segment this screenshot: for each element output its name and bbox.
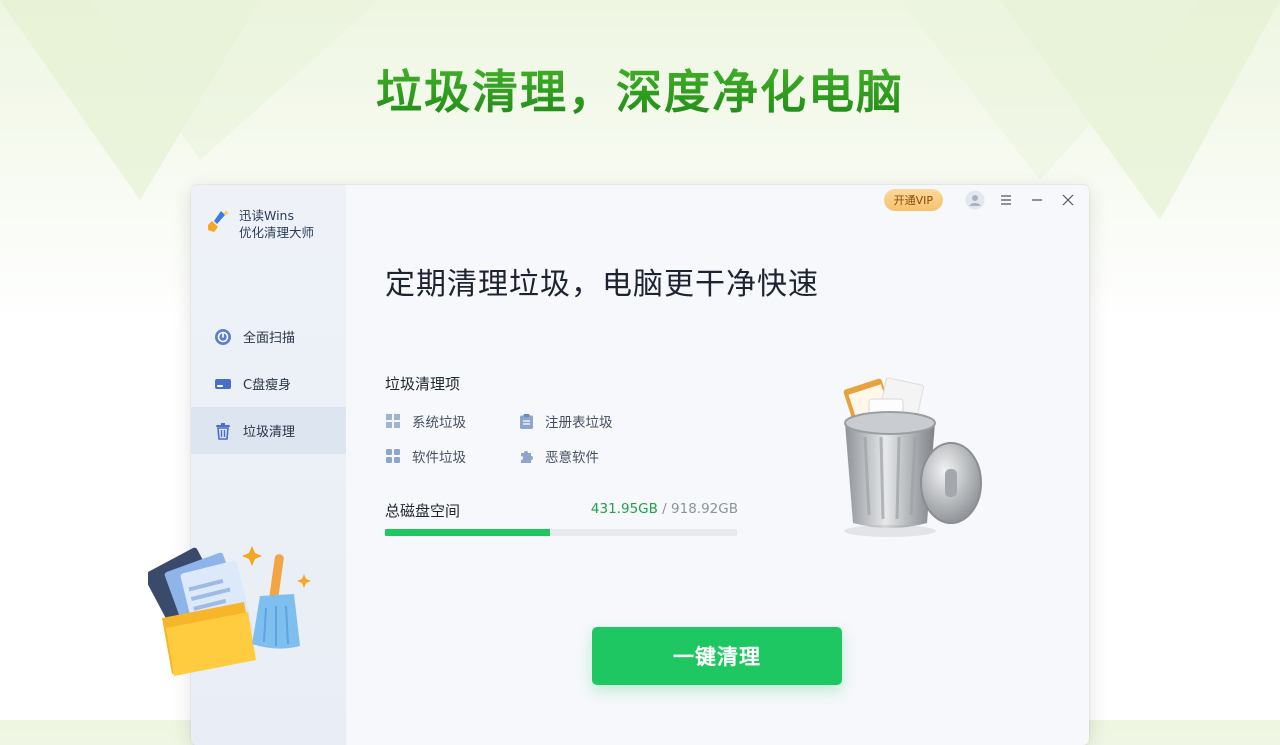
app-window: 迅读Wins 优化清理大师 全面扫描 C盘瘦身 垃圾清理 开通VIP 定期清理垃… <box>191 185 1089 745</box>
disk-used-value: 431.95GB <box>590 501 658 517</box>
brand: 迅读Wins 优化清理大师 <box>205 207 314 241</box>
trash-icon <box>213 421 233 441</box>
title-bar: 开通VIP <box>883 189 1079 211</box>
junk-item-label: 注册表垃圾 <box>545 415 613 431</box>
junk-item-label: 恶意软件 <box>545 450 599 466</box>
one-click-clean-button[interactable]: 一键清理 <box>592 627 842 685</box>
sidebar-item-c-drive-slim[interactable]: C盘瘦身 <box>191 360 346 407</box>
disk-usage-progress <box>385 529 737 536</box>
disk-space-label: 总磁盘空间 <box>385 502 461 520</box>
junk-item-label: 系统垃圾 <box>412 415 466 431</box>
page-headline: 定期清理垃圾，电脑更干净快速 <box>385 267 819 302</box>
brand-name: 迅读Wins <box>239 208 294 223</box>
junk-item-software: 软件垃圾 <box>385 446 466 466</box>
folder-broom-illustration <box>148 546 311 676</box>
junk-item-system: 系统垃圾 <box>385 411 466 431</box>
section-title: 垃圾清理项 <box>385 375 461 393</box>
sidebar-item-label: 垃圾清理 <box>243 425 296 440</box>
disk-usage-progress-fill <box>385 529 551 536</box>
menu-icon[interactable] <box>995 189 1017 211</box>
disk-space-value: 431.95GB / 918.92GB <box>591 501 738 517</box>
minimize-icon[interactable] <box>1026 189 1048 211</box>
junk-item-label: 软件垃圾 <box>412 450 466 466</box>
scan-icon <box>213 327 233 347</box>
user-avatar-icon[interactable] <box>964 189 986 211</box>
hero-title: 垃圾清理，深度净化电脑 <box>0 56 1280 122</box>
sidebar-nav: 全面扫描 C盘瘦身 垃圾清理 <box>191 313 346 454</box>
disk-total-value: 918.92GB <box>671 501 738 517</box>
trash-can-illustration <box>843 377 982 537</box>
sidebar-item-label: 全面扫描 <box>243 331 296 346</box>
close-icon[interactable] <box>1057 189 1079 211</box>
broom-logo-icon <box>208 210 229 232</box>
sidebar-item-full-scan[interactable]: 全面扫描 <box>191 313 346 360</box>
junk-item-malware: 恶意软件 <box>518 446 599 466</box>
disk-separator: / <box>657 501 672 517</box>
junk-item-registry: 注册表垃圾 <box>518 411 613 431</box>
sidebar-item-junk-clean[interactable]: 垃圾清理 <box>191 407 346 454</box>
main-panel: 开通VIP 定期清理垃圾，电脑更干净快速 垃圾清理项 系统垃圾 注册表垃圾 软件… <box>346 185 1089 745</box>
clipboard-icon <box>518 413 534 429</box>
puzzle-icon <box>518 448 534 464</box>
apps-grid-icon <box>385 448 401 464</box>
vip-button[interactable]: 开通VIP <box>883 189 943 211</box>
brand-subtitle: 优化清理大师 <box>239 225 315 240</box>
disk-icon <box>213 374 233 394</box>
windows-icon <box>385 413 401 429</box>
sidebar-item-label: C盘瘦身 <box>243 378 292 393</box>
